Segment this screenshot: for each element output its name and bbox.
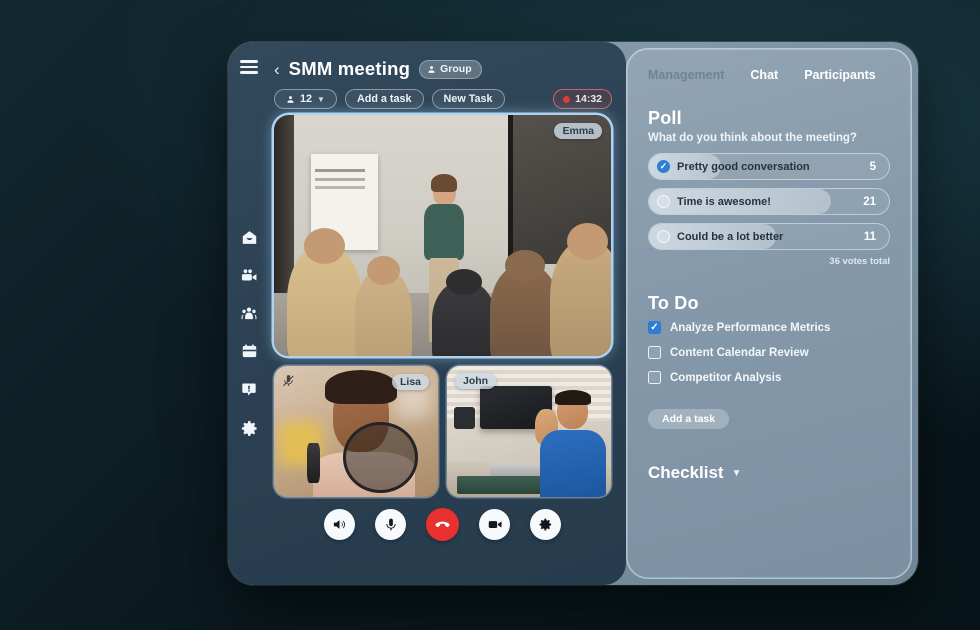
recording-timer-badge: 14:32: [553, 89, 612, 109]
phone-hangup-icon: [435, 521, 450, 528]
checkbox[interactable]: [648, 346, 661, 359]
left-nav-rail: [228, 42, 270, 585]
video-tile-main[interactable]: Emma: [274, 115, 611, 356]
camera-button[interactable]: [479, 509, 510, 540]
todo-heading: To Do: [648, 293, 699, 313]
poll-radio[interactable]: [657, 195, 670, 208]
meeting-header: ‹ SMM meeting Group 12 ▼ Add a task New …: [274, 58, 612, 109]
add-a-task-button[interactable]: Add a task: [648, 409, 730, 429]
add-a-task-button[interactable]: Add a task: [344, 89, 424, 109]
video-tile-lisa[interactable]: Lisa: [274, 366, 438, 497]
todo-item[interactable]: Analyze Performance Metrics: [648, 321, 890, 334]
page-title: SMM meeting: [288, 58, 411, 79]
participant-name-tag: Lisa: [391, 374, 429, 390]
video-camera-icon: [488, 521, 501, 528]
tab-chat[interactable]: Chat: [750, 68, 778, 82]
video-tile-row: Lisa John: [274, 366, 611, 497]
todo-item[interactable]: Content Calendar Review: [648, 346, 890, 359]
panel-tabs: Management Chat Participants: [648, 68, 890, 82]
checklist-section-toggle[interactable]: Checklist ▼: [648, 463, 890, 483]
participant-name-tag: Emma: [554, 123, 602, 139]
poll-radio-selected[interactable]: [657, 160, 670, 173]
settings-button[interactable]: [530, 509, 561, 540]
recording-dot-icon: [563, 95, 571, 103]
microphone-button[interactable]: [375, 509, 406, 540]
call-controls: [274, 508, 611, 541]
microphone-muted-icon: [282, 373, 295, 388]
microphone-icon: [385, 518, 396, 531]
end-call-button[interactable]: [426, 508, 459, 541]
checklist-heading: Checklist: [648, 463, 724, 482]
people-group-icon[interactable]: [240, 305, 258, 322]
home-icon[interactable]: [241, 229, 258, 246]
todo-items: Analyze Performance Metrics Content Cale…: [648, 321, 890, 429]
new-task-button[interactable]: New Task: [431, 89, 505, 109]
person-icon: [287, 95, 294, 103]
side-panel: Management Chat Participants Poll What d…: [626, 48, 912, 579]
settings-gear-icon[interactable]: [240, 419, 259, 438]
checkbox-checked[interactable]: [648, 321, 661, 334]
checkbox[interactable]: [648, 371, 661, 384]
poll-question: What do you think about the meeting?: [648, 132, 857, 144]
poll-options: Pretty good conversation 5 Time is aweso…: [648, 153, 890, 250]
meeting-app-window: ‹ SMM meeting Group 12 ▼ Add a task New …: [228, 42, 918, 585]
participant-name-tag: John: [455, 373, 497, 389]
settings-gear-icon: [539, 518, 552, 531]
speaker-icon: [333, 520, 345, 529]
alert-icon[interactable]: [241, 381, 257, 398]
group-badge: Group: [419, 59, 482, 79]
tab-management[interactable]: Management: [648, 68, 724, 82]
back-chevron-left-icon[interactable]: ‹: [274, 61, 280, 78]
poll-option[interactable]: Pretty good conversation 5: [648, 153, 890, 180]
poll-total-votes: 36 votes total: [829, 256, 890, 267]
poll-heading: Poll: [648, 108, 682, 128]
video-tile-john[interactable]: John: [447, 366, 611, 497]
participants-count-dropdown[interactable]: 12 ▼: [274, 89, 337, 109]
todo-section: To Do Analyze Performance Metrics Conten…: [648, 293, 890, 429]
poll-section: Poll What do you think about the meeting…: [648, 108, 890, 267]
video-camera-icon[interactable]: [240, 267, 258, 284]
tab-participants[interactable]: Participants: [804, 68, 876, 82]
hamburger-menu-icon[interactable]: [240, 60, 258, 74]
poll-option[interactable]: Could be a lot better 11: [648, 223, 890, 250]
video-feed: [274, 115, 611, 356]
chevron-down-icon: ▼: [317, 94, 325, 104]
todo-item[interactable]: Competitor Analysis: [648, 371, 890, 384]
chevron-down-icon[interactable]: ▼: [732, 468, 742, 479]
meeting-panel: ‹ SMM meeting Group 12 ▼ Add a task New …: [228, 42, 626, 585]
speaker-button[interactable]: [324, 509, 355, 540]
poll-option[interactable]: Time is awesome! 21: [648, 188, 890, 215]
person-icon: [428, 65, 435, 73]
calendar-icon[interactable]: [241, 343, 258, 360]
poll-radio[interactable]: [657, 230, 670, 243]
